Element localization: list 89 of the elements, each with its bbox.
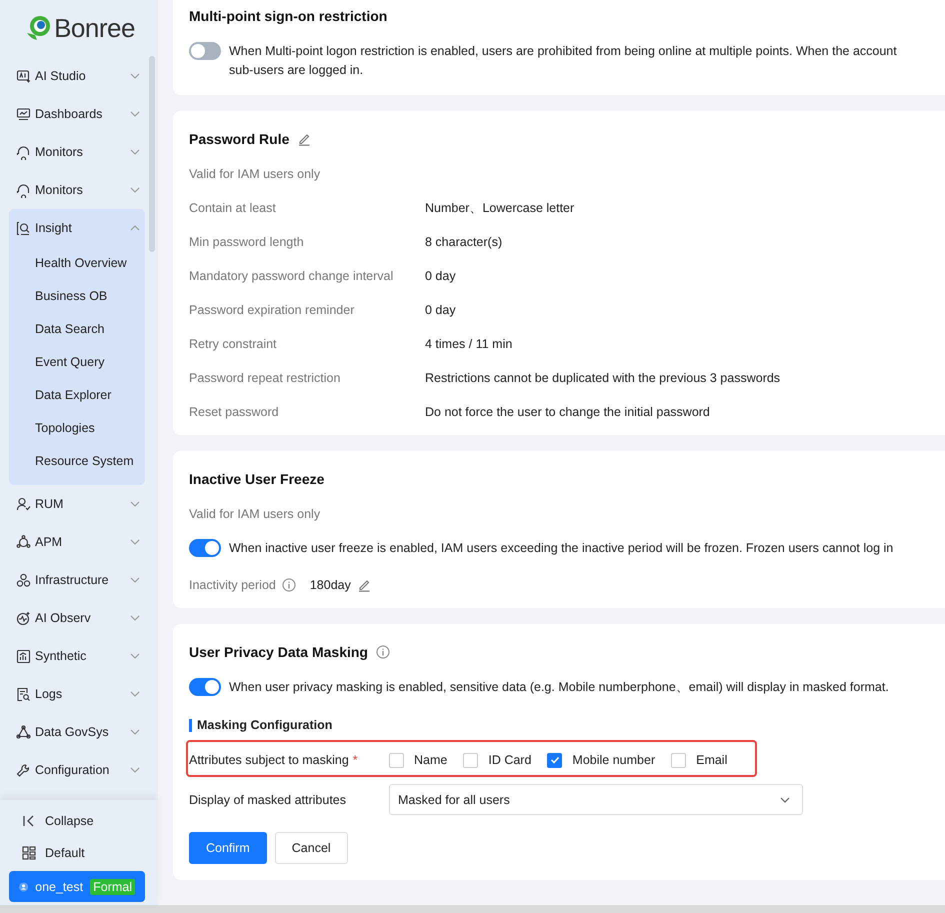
search-icon [16, 220, 31, 236]
nav-subitem[interactable]: Health Overview [9, 247, 145, 280]
section-title: Password Rule [189, 131, 290, 147]
nav-item[interactable]: AI Studio [9, 57, 145, 95]
nav-subitem[interactable]: Data Search [9, 313, 145, 346]
checkbox[interactable] [463, 752, 478, 768]
user-icon [16, 496, 31, 512]
nav-item[interactable]: Monitors [9, 133, 145, 171]
field-label: Password repeat restriction [189, 371, 342, 385]
checkbox[interactable] [671, 752, 686, 768]
section-title: Inactive User Freeze [189, 471, 326, 487]
checkbox[interactable] [547, 752, 562, 768]
nav-item[interactable]: Configuration [9, 751, 145, 789]
confirm-button[interactable]: Confirm [189, 832, 267, 864]
workspace-button[interactable]: Default [9, 836, 145, 869]
description-text: When inactive user freeze is enabled, IAM users exceeding the inactive period will be frozen. Frozen users cannot log in [229, 540, 894, 557]
nav-subitem[interactable]: Topologies [9, 412, 145, 445]
field-label: Inactivity period [189, 578, 276, 592]
nav-item[interactable]: Insight [9, 209, 145, 247]
checkbox-label: Mobile number [572, 753, 656, 767]
check-icon [550, 755, 560, 765]
dropdown-field[interactable]: Masked for all users [389, 784, 803, 815]
nav-item[interactable]: AI Observ [9, 599, 145, 637]
log-search-icon [16, 686, 31, 702]
network-icon [16, 534, 31, 550]
field-label: Min password length [189, 235, 305, 249]
cancel-button[interactable]: Cancel [274, 832, 348, 864]
checkbox-label: Name [414, 753, 448, 767]
field-label: Retry constraint [189, 337, 278, 351]
wrench-icon [16, 762, 31, 778]
triangle-nodes-icon [16, 724, 31, 740]
monitor-icon [16, 106, 31, 122]
toggle-switch[interactable] [189, 539, 221, 557]
section-title: Multi-point sign-on restriction [189, 8, 388, 24]
bar-chart-icon [16, 648, 31, 664]
field-label: Password expiration reminder [189, 303, 356, 317]
field-label: Mandatory password change interval [189, 269, 394, 283]
info-icon[interactable] [376, 645, 390, 659]
checkbox-label: ID Card [488, 753, 532, 767]
nav-subitem[interactable]: Business OB [9, 280, 145, 313]
toggle-switch[interactable] [189, 678, 221, 696]
user-name: one_test [35, 880, 84, 894]
user-account-button[interactable]: one_test Formal [9, 871, 145, 902]
field-value: 8 character(s) [425, 235, 502, 249]
nav-item[interactable]: RUM [9, 485, 145, 523]
field-value: Number、Lowercase letter [425, 201, 574, 215]
field-label: Attributes subject to masking [189, 753, 349, 767]
field-label: Display of masked attributes [189, 792, 348, 806]
nav-item[interactable]: APM [9, 523, 145, 561]
collapse-icon [22, 814, 36, 828]
required-mark: * [352, 753, 358, 767]
collapse-button[interactable]: Collapse [9, 806, 145, 836]
field-value: 4 times / 11 min [425, 337, 512, 351]
checkbox-label: Email [696, 753, 728, 767]
info-icon[interactable] [282, 578, 296, 592]
checkbox[interactable] [389, 752, 404, 768]
logo-text: Bonree [54, 12, 135, 44]
section-title: User Privacy Data Masking [189, 644, 368, 660]
field-value: 0 day [425, 269, 456, 283]
ai-icon [16, 68, 31, 84]
field-value: Restrictions cannot be duplicated with the previous 3 passwords [425, 371, 780, 385]
note-text: Valid for IAM users only [189, 507, 322, 521]
nav-item[interactable]: Synthetic [9, 637, 145, 675]
nav-item[interactable]: Dashboards [9, 95, 145, 133]
field-label: Contain at least [189, 201, 277, 215]
field-label: Reset password [189, 405, 280, 419]
scrollbar[interactable] [149, 56, 155, 252]
nav-item[interactable]: Monitors [9, 171, 145, 209]
toggle-switch[interactable] [189, 42, 221, 60]
nav-item[interactable]: Infrastructure [9, 561, 145, 599]
subsection-heading: Masking Configuration [189, 719, 945, 732]
circles-icon [16, 572, 31, 588]
description-text: When Multi-point logon restriction is enabled, users are prohibited from being online at multiple points. When the account [229, 43, 897, 60]
nav-subitem[interactable]: Event Query [9, 346, 145, 379]
edit-icon[interactable] [297, 132, 312, 146]
field-value: Do not force the user to change the initial password [425, 405, 710, 419]
note-text: Valid for IAM users only [189, 167, 322, 181]
field-value: 180day [310, 578, 351, 592]
description-text: When user privacy masking is enabled, sensitive data (e.g. Mobile numberphone、email) will display in masked format. [229, 679, 889, 696]
edit-icon[interactable] [356, 578, 371, 592]
plan-badge: Formal [90, 878, 135, 894]
nav-subitem[interactable]: Data Explorer [9, 379, 145, 412]
nav-subitem[interactable]: Resource System [9, 445, 145, 478]
nav-item[interactable]: Logs [9, 675, 145, 713]
grid-icon [22, 846, 36, 860]
nav-item[interactable]: Data GovSys [9, 713, 145, 751]
description-text: sub-users are logged in. [229, 62, 364, 79]
field-value: 0 day [425, 303, 456, 317]
pulse-icon [16, 610, 31, 626]
